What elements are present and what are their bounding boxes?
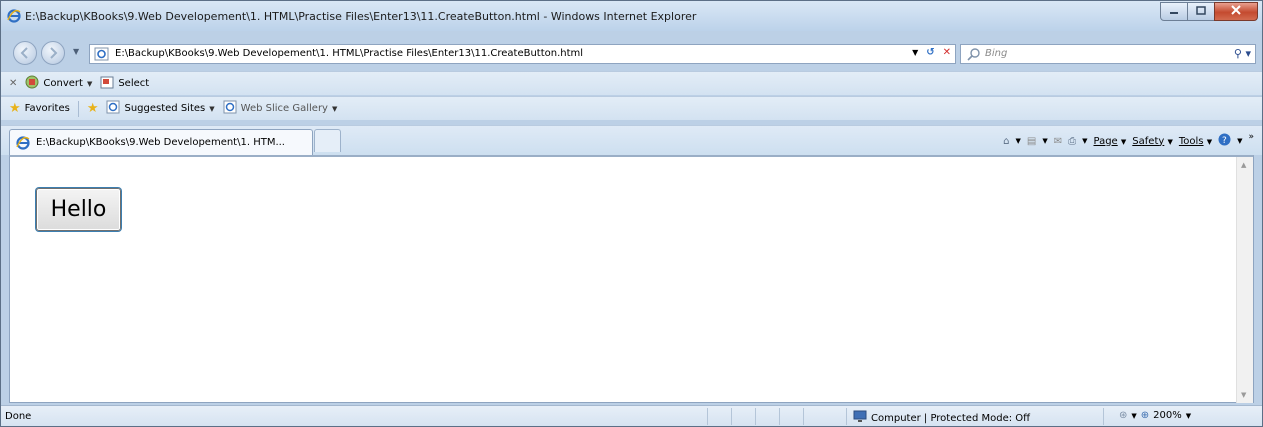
ie-logo-icon	[7, 9, 21, 26]
security-zone[interactable]: Computer | Protected Mode: Off	[853, 410, 1030, 426]
window-title: E:\Backup\KBooks\9.Web Developement\1. H…	[25, 10, 697, 23]
suggested-sites-label: Suggested Sites	[124, 103, 206, 114]
safety-menu-label: Safety	[1132, 135, 1165, 147]
browser-window: E:\Backup\KBooks\9.Web Developement\1. H…	[0, 0, 1263, 427]
title-bar: E:\Backup\KBooks\9.Web Developement\1. H…	[1, 1, 1262, 31]
status-divider	[731, 408, 732, 425]
vertical-scrollbar[interactable]: ▲ ▼	[1236, 157, 1253, 403]
select-label: Select	[118, 78, 150, 89]
recent-pages-dropdown-icon[interactable]: ▼	[73, 47, 79, 56]
feeds-icon[interactable]: ▤	[1027, 136, 1036, 147]
scroll-up-icon[interactable]: ▲	[1241, 161, 1246, 169]
back-arrow-icon	[14, 47, 36, 67]
address-url[interactable]: E:\Backup\KBooks\9.Web Developement\1. H…	[115, 48, 583, 59]
security-zone-label: Computer | Protected Mode: Off	[871, 412, 1031, 424]
convert-button[interactable]: Convert ▼	[25, 75, 92, 92]
zoom-level: 200%	[1153, 410, 1182, 421]
back-button[interactable]	[13, 41, 37, 65]
scroll-down-icon[interactable]: ▼	[1241, 391, 1246, 399]
close-button[interactable]	[1214, 2, 1258, 21]
hello-button[interactable]: Hello	[36, 188, 121, 231]
privacy-dropdown-icon[interactable]: ▼	[1131, 412, 1136, 420]
chevron-more-icon[interactable]: »	[1248, 132, 1254, 142]
tab-bar: E:\Backup\KBooks\9.Web Developement\1. H…	[1, 125, 1262, 156]
add-to-favorites-button[interactable]: ★	[87, 101, 99, 116]
forward-arrow-icon	[42, 47, 64, 67]
new-tab-button[interactable]	[314, 129, 341, 152]
favorites-label: Favorites	[24, 103, 70, 114]
suggested-sites-dropdown-icon[interactable]: ▼	[209, 105, 214, 113]
status-text: Done	[5, 411, 32, 422]
web-slice-gallery-button[interactable]: Web Slice Gallery ▼	[223, 100, 337, 117]
mail-icon[interactable]: ✉	[1054, 136, 1062, 147]
privacy-icon[interactable]: ⊛	[1119, 410, 1127, 421]
status-bar: Done Computer | Protected Mode: Off ⊛ ▼ …	[1, 405, 1262, 426]
zoom-icon: ⊕	[1140, 410, 1150, 421]
toolbar-divider	[77, 100, 79, 117]
window-controls	[1160, 2, 1258, 21]
stop-icon[interactable]: ✕	[943, 47, 951, 58]
page-icon	[94, 47, 110, 64]
tab-label: E:\Backup\KBooks\9.Web Developement\1. H…	[36, 137, 285, 148]
tab-current[interactable]: E:\Backup\KBooks\9.Web Developement\1. H…	[9, 129, 313, 156]
add-favorites-icon: ★	[86, 101, 99, 116]
minimize-button[interactable]	[1160, 2, 1188, 21]
help-dropdown-icon[interactable]: ▼	[1237, 137, 1242, 145]
ie-page-icon	[106, 100, 120, 117]
select-button[interactable]: Select	[100, 75, 149, 92]
ie-logo-icon	[16, 136, 30, 153]
zoom-control[interactable]: ⊛ ▼ ⊕ 200% ▼	[1119, 410, 1191, 421]
search-icon[interactable]: ⚲ ▾	[1234, 47, 1251, 60]
search-placeholder: Bing	[985, 48, 1008, 59]
status-divider	[755, 408, 756, 425]
help-icon[interactable]: ?	[1218, 133, 1231, 149]
page-menu[interactable]: Page ▼	[1094, 136, 1127, 147]
search-provider-icon	[967, 47, 981, 64]
page-content: Hello ▲ ▼	[9, 155, 1254, 403]
convert-dropdown-icon[interactable]: ▼	[87, 80, 92, 88]
favorites-bar: ★ Favorites ★ Suggested Sites ▼ Web Slic…	[1, 96, 1262, 120]
refresh-icon[interactable]: ↺	[926, 47, 934, 58]
tools-menu[interactable]: Tools ▼	[1179, 136, 1212, 147]
convert-toolbar: ✕ Convert ▼ Select	[1, 71, 1262, 95]
svg-text:?: ?	[1222, 136, 1227, 146]
home-dropdown-icon[interactable]: ▼	[1015, 137, 1020, 145]
favorites-star-icon: ★	[9, 101, 21, 116]
navigation-bar: ▼ E:\Backup\KBooks\9.Web Developement\1.…	[1, 41, 1262, 67]
command-bar: ⌂ ▼ ▤ ▼ ✉ ⎙ ▼ Page ▼ Safety ▼ Tools ▼ ? …	[1003, 132, 1254, 149]
feeds-dropdown-icon[interactable]: ▼	[1042, 137, 1047, 145]
maximize-button[interactable]	[1187, 2, 1215, 21]
close-icon	[1231, 5, 1241, 18]
status-divider	[707, 408, 708, 425]
print-icon[interactable]: ⎙	[1068, 136, 1076, 147]
tools-menu-label: Tools	[1178, 135, 1204, 147]
web-slice-dropdown-icon[interactable]: ▼	[332, 105, 337, 113]
suggested-sites-button[interactable]: Suggested Sites ▼	[106, 100, 215, 117]
address-bar[interactable]: E:\Backup\KBooks\9.Web Developement\1. H…	[89, 44, 956, 64]
select-icon	[100, 75, 114, 92]
safety-menu[interactable]: Safety ▼	[1132, 136, 1173, 147]
close-toolbar-icon[interactable]: ✕	[9, 78, 17, 89]
zoom-dropdown-icon[interactable]: ▼	[1186, 412, 1191, 420]
status-divider	[803, 408, 804, 425]
print-dropdown-icon[interactable]: ▼	[1082, 137, 1087, 145]
convert-icon	[25, 75, 39, 92]
home-icon[interactable]: ⌂	[1003, 136, 1009, 147]
status-divider	[1103, 408, 1104, 425]
search-box[interactable]: Bing ⚲ ▾	[960, 44, 1256, 64]
forward-button[interactable]	[41, 41, 65, 65]
page-menu-label: Page	[1093, 135, 1118, 147]
address-dropdown-icon[interactable]: ▼	[912, 48, 918, 57]
convert-label: Convert	[43, 78, 83, 89]
maximize-icon	[1196, 5, 1206, 18]
status-divider	[846, 408, 847, 425]
favorites-button[interactable]: ★ Favorites	[9, 101, 70, 116]
web-slice-gallery-label: Web Slice Gallery	[240, 103, 328, 114]
minimize-icon	[1169, 5, 1179, 18]
computer-icon	[853, 410, 867, 426]
address-tools: ▼ ↺ ✕	[912, 47, 951, 58]
status-divider	[779, 408, 780, 425]
ie-page-icon	[223, 100, 237, 117]
